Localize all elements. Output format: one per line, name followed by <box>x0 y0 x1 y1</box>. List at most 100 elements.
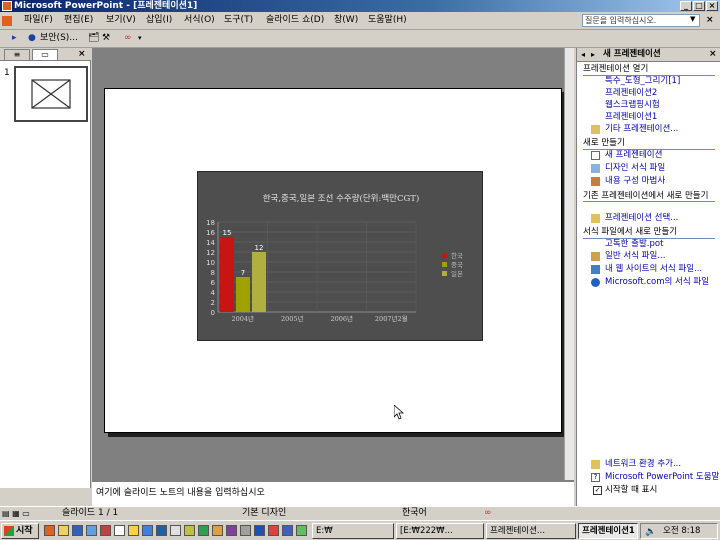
color-icon[interactable]: ∞ <box>124 33 132 44</box>
tab-outline[interactable]: ≡ <box>4 49 30 60</box>
slides-panel: ≡ ▭ × 1 <box>0 48 91 488</box>
quicklaunch-powerpoint-icon[interactable] <box>44 525 55 536</box>
content-wizard-link[interactable]: 내용 구성 마법사 <box>605 176 665 187</box>
menu-help[interactable]: 도움말(H) <box>368 15 407 26</box>
menu-format[interactable]: 서식(O) <box>184 15 215 26</box>
bar-일본 <box>252 252 266 312</box>
tab-slides[interactable]: ▭ <box>32 49 58 60</box>
maximize-button[interactable]: □ <box>693 1 705 11</box>
document-icon[interactable] <box>2 16 12 26</box>
volume-icon[interactable]: 🔈 <box>645 525 656 539</box>
recent-file-4[interactable]: 프레젠테이션1 <box>605 112 657 123</box>
quicklaunch-app-icon-1[interactable] <box>100 525 111 536</box>
toolbar-options-icon[interactable]: ▾ <box>138 33 142 44</box>
slide-number: 1 <box>4 68 10 78</box>
section-existing: 기존 프레젠테이션에서 새로 만들기 <box>583 191 715 202</box>
legend-swatch <box>442 253 447 258</box>
design-template-link[interactable]: 디자인 서식 파일 <box>605 163 665 174</box>
chart-image[interactable]: 한국,중국,일본 조선 수주량(단위:백만CGT) 0 2 4 6 8 10 12 14 16 1… <box>197 171 483 341</box>
template-recent-link[interactable]: 고독한 출발.pot <box>605 239 663 250</box>
taskbar-task-folder[interactable]: [E:₩222₩... <box>396 523 484 539</box>
web-template-link[interactable]: 내 웹 사이트의 서식 파일... <box>605 264 702 275</box>
recent-file-2[interactable]: 프레젠테이션2 <box>605 88 657 99</box>
quicklaunch-app-icon-7[interactable] <box>184 525 195 536</box>
legend-label: 일본 <box>451 269 463 278</box>
add-network-link[interactable]: 네트워크 환경 추가... <box>605 459 681 470</box>
tools-icon[interactable]: ⚒ <box>102 33 110 44</box>
y-tick-label: 8 <box>211 269 215 277</box>
y-tick-label: 0 <box>211 309 215 317</box>
window-title: Microsoft PowerPoint - [프레젠테이션1] <box>14 1 198 11</box>
menu-bar: 파일(F) 편집(E) 보기(V) 삽입(I) 서식(O) 도구(T) 슬라이드… <box>0 12 720 30</box>
vertical-scrollbar[interactable] <box>564 48 574 480</box>
quicklaunch-app-icon-4[interactable] <box>142 525 153 536</box>
help-dropdown-icon[interactable]: ▼ <box>690 15 695 23</box>
menu-edit[interactable]: 편집(E) <box>64 15 93 26</box>
outline-tabs: ≡ ▭ × <box>0 48 91 61</box>
view-buttons-icon[interactable]: ▤ ▦ ▭ <box>2 507 30 520</box>
new-presentation-link[interactable]: 새 프레젠테이션 <box>605 150 662 161</box>
close-button[interactable]: × <box>706 1 718 11</box>
quicklaunch-word-icon[interactable] <box>254 525 265 536</box>
task-pane-close-icon[interactable]: × <box>709 49 717 59</box>
back-icon[interactable]: ◂ <box>581 50 585 59</box>
menu-file[interactable]: 파일(F) <box>24 15 53 26</box>
help-link[interactable]: Microsoft PowerPoint 도움말 <box>605 472 719 483</box>
research-icon[interactable]: 🗂 <box>88 33 99 44</box>
quicklaunch-app-icon-10[interactable] <box>240 525 251 536</box>
taskbar-task-presentation[interactable]: 프레젠테이션... <box>486 523 576 539</box>
minimize-button[interactable]: _ <box>680 1 692 11</box>
quicklaunch-app-icon-12[interactable] <box>282 525 293 536</box>
section-template: 서식 파일에서 새로 만들기 <box>583 227 715 239</box>
wizard-icon <box>591 177 600 186</box>
more-presentations-link[interactable]: 기타 프레젠테이션... <box>605 124 678 135</box>
menu-tools[interactable]: 도구(T) <box>224 15 253 26</box>
recent-file-1[interactable]: 특수_도형_그리기[1] <box>605 76 680 87</box>
quicklaunch-app-icon-3[interactable] <box>128 525 139 536</box>
help-search-input[interactable]: 질문을 입력하십시오. <box>582 14 700 27</box>
quicklaunch-app-icon-6[interactable] <box>170 525 181 536</box>
start-label: 시작 <box>16 526 33 536</box>
slide-thumbnail[interactable] <box>14 66 88 122</box>
taskbar-task-explorer[interactable]: E:₩ <box>312 523 394 539</box>
menu-insert[interactable]: 삽입(I) <box>146 15 172 26</box>
windows-logo-icon <box>4 526 14 536</box>
start-button[interactable]: 시작 <box>1 523 39 539</box>
quicklaunch-app-icon-2[interactable] <box>114 525 125 536</box>
menu-view[interactable]: 보기(V) <box>106 15 136 26</box>
mouse-cursor-icon <box>394 405 404 420</box>
document-close-icon[interactable]: × <box>706 15 714 25</box>
security-button[interactable]: 보안(S)... <box>40 33 78 44</box>
quicklaunch-app-icon-13[interactable] <box>296 525 307 536</box>
y-tick-label: 16 <box>206 229 215 237</box>
menu-slideshow[interactable]: 슬라이드 쇼(D) <box>266 15 324 26</box>
taskbar-task-active[interactable]: 프레젠테이션1 <box>578 523 638 539</box>
forward-icon[interactable]: ▸ <box>591 50 595 59</box>
section-new: 새로 만들기 <box>583 138 715 150</box>
quicklaunch-app-icon-11[interactable] <box>268 525 279 536</box>
slide[interactable]: 한국,중국,일본 조선 수주량(단위:백만CGT) 0 2 4 6 8 10 12 14 16 1… <box>104 88 562 433</box>
microsoft-template-link[interactable]: Microsoft.com의 서식 파일 <box>605 277 709 288</box>
general-template-link[interactable]: 일반 서식 파일... <box>605 251 665 262</box>
notes-field[interactable]: 여기에 슬라이드 노트의 내용을 입력하십시오 <box>92 480 574 506</box>
quicklaunch-excel-icon[interactable] <box>198 525 209 536</box>
quicklaunch-browser-icon[interactable] <box>72 525 83 536</box>
general-template-icon <box>591 252 600 261</box>
spelling-icon[interactable]: ∞ <box>484 507 492 520</box>
arrow-icon[interactable]: ▸ <box>12 33 17 44</box>
quicklaunch-folder-icon[interactable] <box>58 525 69 536</box>
quicklaunch-app-icon-8[interactable] <box>212 525 223 536</box>
choose-presentation-link[interactable]: 프레젠테이션 선택... <box>605 213 678 224</box>
recent-file-3[interactable]: 웹스크랩핑시험 <box>605 100 660 111</box>
menu-window[interactable]: 창(W) <box>334 15 358 26</box>
startup-label: 시작할 때 표시 <box>605 485 658 495</box>
quicklaunch-desktop-icon[interactable] <box>86 525 97 536</box>
toolbar: ▸ ● 보안(S)... 🗂 ⚒ ∞ ▾ <box>0 30 720 48</box>
data-label: 12 <box>255 244 264 252</box>
y-tick-label: 4 <box>211 289 216 297</box>
quicklaunch-app-icon-5[interactable] <box>156 525 167 536</box>
startup-checkbox[interactable]: ✓ <box>593 486 602 495</box>
design-template-icon <box>591 164 600 173</box>
panel-close-icon[interactable]: × <box>78 49 86 59</box>
quicklaunch-app-icon-9[interactable] <box>226 525 237 536</box>
